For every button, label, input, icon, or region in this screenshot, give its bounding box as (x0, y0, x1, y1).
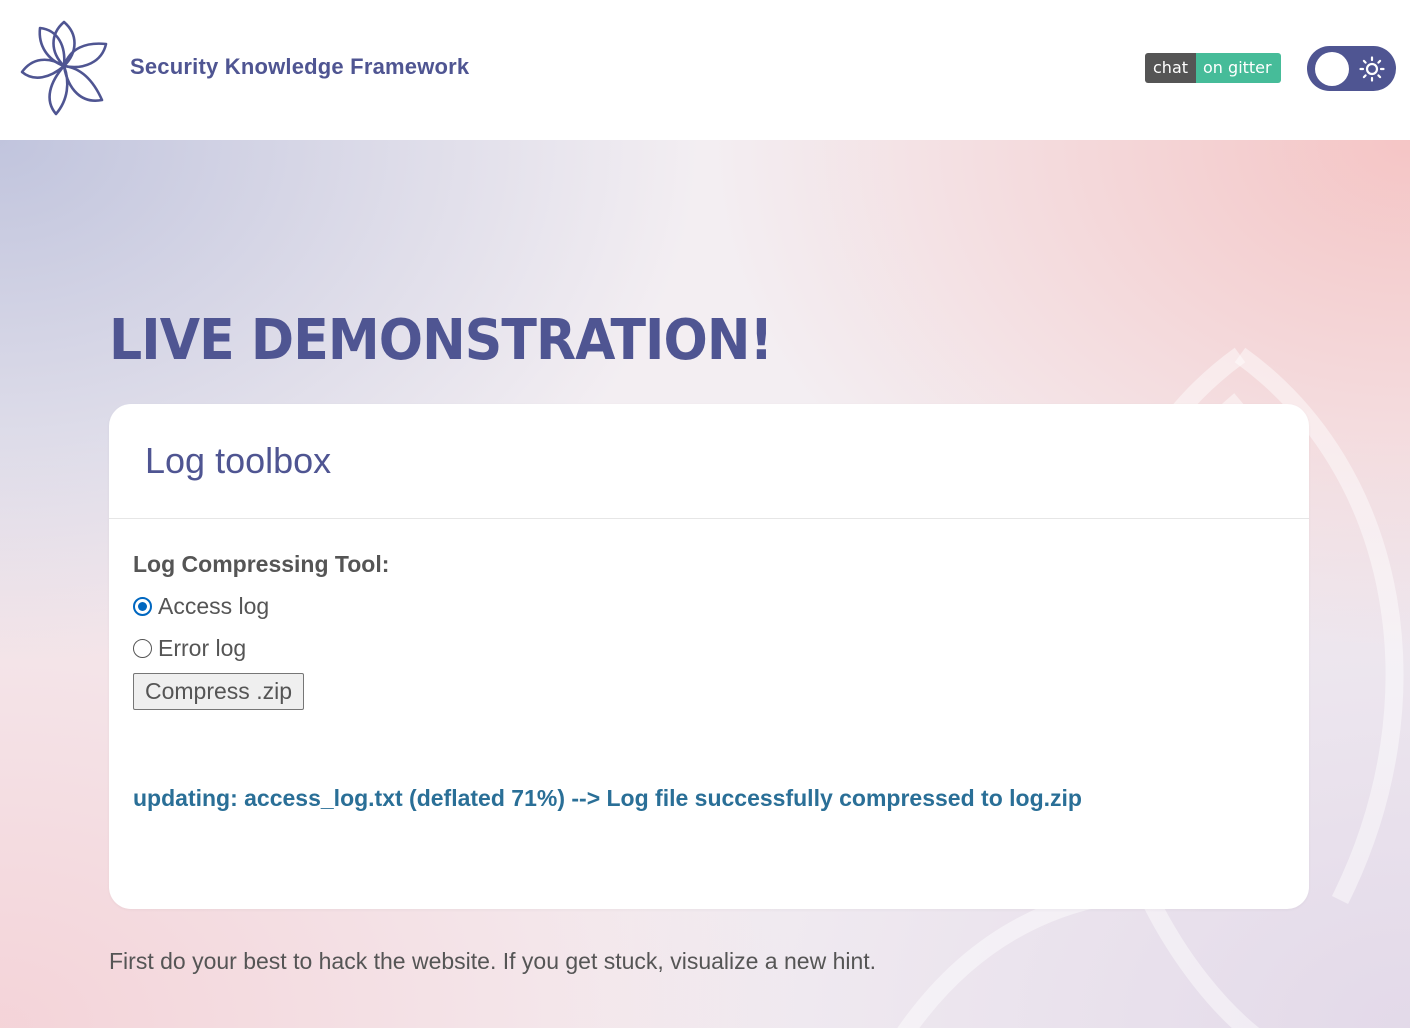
gitter-chat-badge[interactable]: chat on gitter (1145, 53, 1281, 83)
gitter-badge-left: chat (1145, 53, 1197, 83)
page-heading: LIVE DEMONSTRATION! (109, 308, 773, 373)
top-navbar: Security Knowledge Framework chat on git… (0, 0, 1410, 140)
card-header: Log toolbox (109, 404, 1309, 519)
radio-label-access: Access log (158, 593, 270, 619)
tool-label: Log Compressing Tool: (133, 551, 390, 577)
flower-logo-icon[interactable] (20, 20, 108, 116)
radio-button-error[interactable] (133, 639, 152, 658)
theme-toggle[interactable] (1307, 46, 1396, 91)
radio-error-log[interactable]: Error log (133, 635, 246, 662)
sun-icon (1359, 56, 1385, 82)
brand-title[interactable]: Security Knowledge Framework (130, 54, 469, 80)
radio-label-error: Error log (158, 635, 247, 661)
gitter-badge-right: on gitter (1196, 53, 1281, 83)
compress-zip-button[interactable]: Compress .zip (133, 673, 304, 710)
hero-section: LIVE DEMONSTRATION! Log toolbox Log Comp… (0, 140, 1410, 1028)
hint-text: First do your best to hack the website. … (109, 948, 877, 974)
compression-result-message: updating: access_log.txt (deflated 71%) … (133, 785, 1082, 811)
toggle-knob (1315, 52, 1349, 86)
radio-button-access[interactable] (133, 597, 152, 616)
card-title: Log toolbox (145, 440, 332, 481)
log-toolbox-card: Log toolbox Log Compressing Tool: Access… (109, 404, 1309, 909)
radio-access-log[interactable]: Access log (133, 593, 269, 620)
